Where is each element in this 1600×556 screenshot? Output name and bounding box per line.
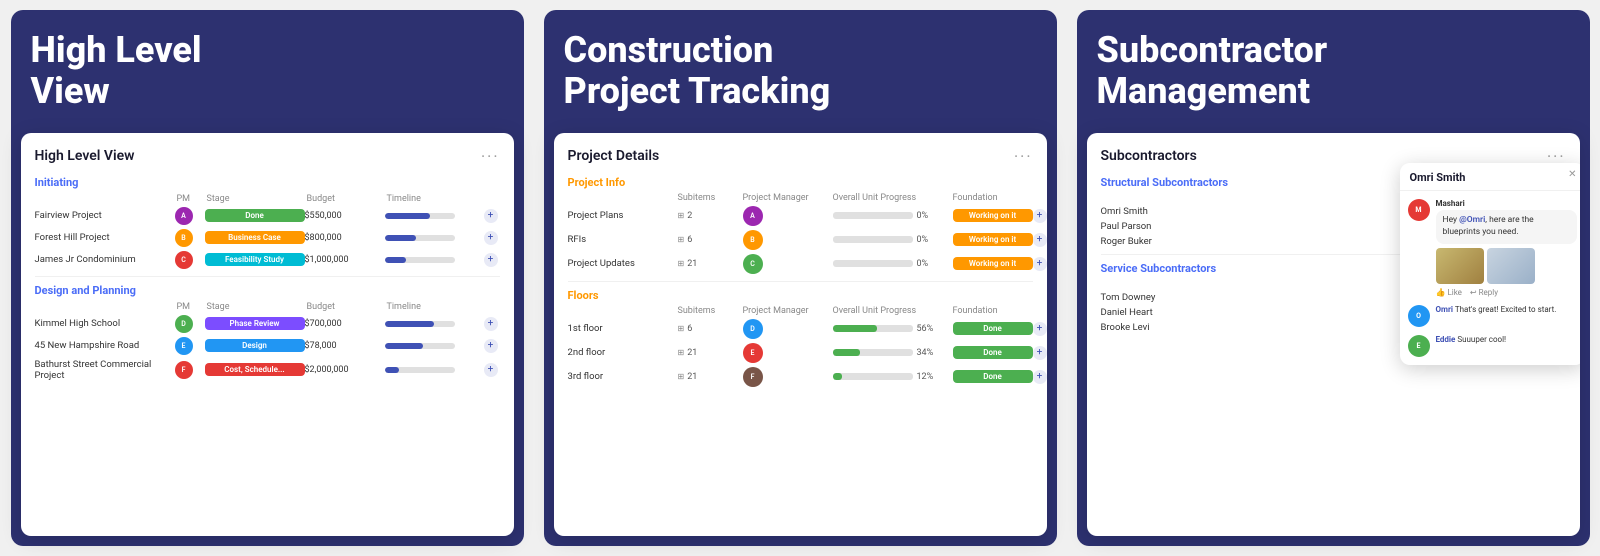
- panel-construction-tracking: ConstructionProject Tracking Project Det…: [534, 0, 1067, 556]
- hlv-col-headers-2: PM Stage Budget Timeline: [35, 302, 500, 312]
- pt-row-2ndfloor: 2nd floor ⊞21 E 34% Done +: [568, 343, 1033, 363]
- panel-subcontractor-management: SubcontractorManagement Subcontractors ·…: [1067, 0, 1600, 556]
- add-btn-rfis[interactable]: +: [1033, 233, 1047, 247]
- avatar-pu: C: [743, 254, 763, 274]
- chat-bubble-mashari: Hey @Omri, here are the blueprints you n…: [1436, 210, 1577, 244]
- chat-image-1: [1436, 248, 1484, 284]
- avatar-bathurst: F: [175, 361, 193, 379]
- hlv-row-foresthill: Forest Hill Project B Business Case $800…: [35, 229, 500, 247]
- add-btn-pp[interactable]: +: [1033, 209, 1047, 223]
- avatar-3f: F: [743, 367, 763, 387]
- add-btn-foresthill[interactable]: +: [484, 231, 498, 245]
- hlv-row-kimmel: Kimmel High School D Phase Review $700,0…: [35, 315, 500, 333]
- reply-button[interactable]: ↩ Reply: [1470, 288, 1498, 297]
- add-btn-bathurst[interactable]: +: [484, 363, 498, 377]
- avatar-1f: D: [743, 319, 763, 339]
- pt-row-1stfloor: 1st floor ⊞6 D 56% Done +: [568, 319, 1033, 339]
- avatar-fairview: A: [175, 207, 193, 225]
- chat-avatar-mashari: M: [1408, 199, 1430, 221]
- avatar-newhampshire: E: [175, 337, 193, 355]
- pt-row-projectupdates: Project Updates ⊞21 C 0% Working on it +: [568, 254, 1033, 274]
- card-high-level-view: High Level View ··· Initiating PM Stage …: [21, 133, 514, 536]
- chat-close-button[interactable]: ✕: [1568, 169, 1576, 180]
- avatar-rfis: B: [743, 230, 763, 250]
- card-title-2: Project Details: [568, 148, 660, 164]
- avatar-kimmel: D: [175, 315, 193, 333]
- chat-message-eddie: E Eddie Suuuper cool!: [1408, 335, 1577, 357]
- pt-section-projectinfo: Project Info: [568, 176, 1033, 189]
- hlv-section-initiating: Initiating: [35, 176, 500, 189]
- hlv-col-headers-1: PM Stage Budget Timeline: [35, 194, 500, 204]
- chat-actions: 👍 Like ↩ Reply: [1436, 288, 1577, 297]
- chat-message-mashari: M Mashari Hey @Omri, here are the bluepr…: [1408, 199, 1577, 297]
- panel-high-level-view: High LevelView High Level View ··· Initi…: [1, 0, 534, 556]
- hlv-row-fairview: Fairview Project A Done $550,000 +: [35, 207, 500, 225]
- hlv-row-bathurst: Bathurst Street Commercial Project F Cos…: [35, 359, 500, 381]
- add-btn-pu[interactable]: +: [1033, 257, 1047, 271]
- chat-sender-omri: Omri That's great! Excited to start.: [1436, 305, 1577, 314]
- hlv-row-james: James Jr Condominium C Feasibility Study…: [35, 251, 500, 269]
- avatar-foresthill: B: [175, 229, 193, 247]
- pt-col-headers-1: Subitems Project Manager Overall Unit Pr…: [568, 193, 1033, 203]
- add-btn-kimmel[interactable]: +: [484, 317, 498, 331]
- pt-col-headers-2: Subitems Project Manager Overall Unit Pr…: [568, 306, 1033, 316]
- chat-messages: M Mashari Hey @Omri, here are the bluepr…: [1400, 191, 1580, 365]
- card-title-1: High Level View: [35, 148, 135, 164]
- avatar-james: C: [175, 251, 193, 269]
- avatar-2f: E: [743, 343, 763, 363]
- chat-overlay: Omri Smith ✕ M Mashari Hey @Omri, here a…: [1400, 163, 1580, 365]
- card-project-tracking: Project Details ··· Project Info Subitem…: [554, 133, 1047, 536]
- pt-row-3rdfloor: 3rd floor ⊞21 F 12% Done +: [568, 367, 1033, 387]
- panel-title-3: SubcontractorManagement: [1087, 30, 1580, 113]
- panel-title-1: High LevelView: [21, 30, 514, 113]
- pt-row-rfis: RFIs ⊞6 B 0% Working on it +: [568, 230, 1033, 250]
- card-subcontractors: Subcontractors ··· Structural Subcontrac…: [1087, 133, 1580, 536]
- like-button[interactable]: 👍 Like: [1436, 288, 1462, 297]
- card-header-2: Project Details ···: [568, 147, 1033, 166]
- chat-message-omri: O Omri That's great! Excited to start.: [1408, 305, 1577, 327]
- card-title-3: Subcontractors: [1101, 148, 1197, 164]
- chat-avatar-omri: O: [1408, 305, 1430, 327]
- add-btn-james[interactable]: +: [484, 253, 498, 267]
- pt-row-projectplans: Project Plans ⊞2 A 0% Working on it +: [568, 206, 1033, 226]
- chat-header: Omri Smith ✕: [1400, 163, 1580, 191]
- add-btn-newhampshire[interactable]: +: [484, 339, 498, 353]
- hlv-section-design: Design and Planning: [35, 284, 500, 297]
- avatar-pp: A: [743, 206, 763, 226]
- panel-title-2: ConstructionProject Tracking: [554, 30, 1047, 113]
- pt-section-floors: Floors: [568, 289, 1033, 302]
- chat-image-2: [1487, 248, 1535, 284]
- add-btn-1f[interactable]: +: [1033, 322, 1047, 336]
- card-dots-1[interactable]: ···: [481, 147, 500, 166]
- hlv-row-newhampshire: 45 New Hampshire Road E Design $78,000 +: [35, 337, 500, 355]
- add-btn-2f[interactable]: +: [1033, 346, 1047, 360]
- chat-avatar-eddie: E: [1408, 335, 1430, 357]
- card-header-1: High Level View ···: [35, 147, 500, 166]
- chat-sender-mashari: Mashari: [1436, 199, 1577, 208]
- chat-header-name: Omri Smith: [1410, 171, 1575, 184]
- card-dots-2[interactable]: ···: [1014, 147, 1033, 166]
- add-btn-3f[interactable]: +: [1033, 370, 1047, 384]
- chat-sender-eddie: Eddie Suuuper cool!: [1436, 335, 1577, 344]
- add-btn-fairview[interactable]: +: [484, 209, 498, 223]
- chat-images: [1436, 248, 1577, 284]
